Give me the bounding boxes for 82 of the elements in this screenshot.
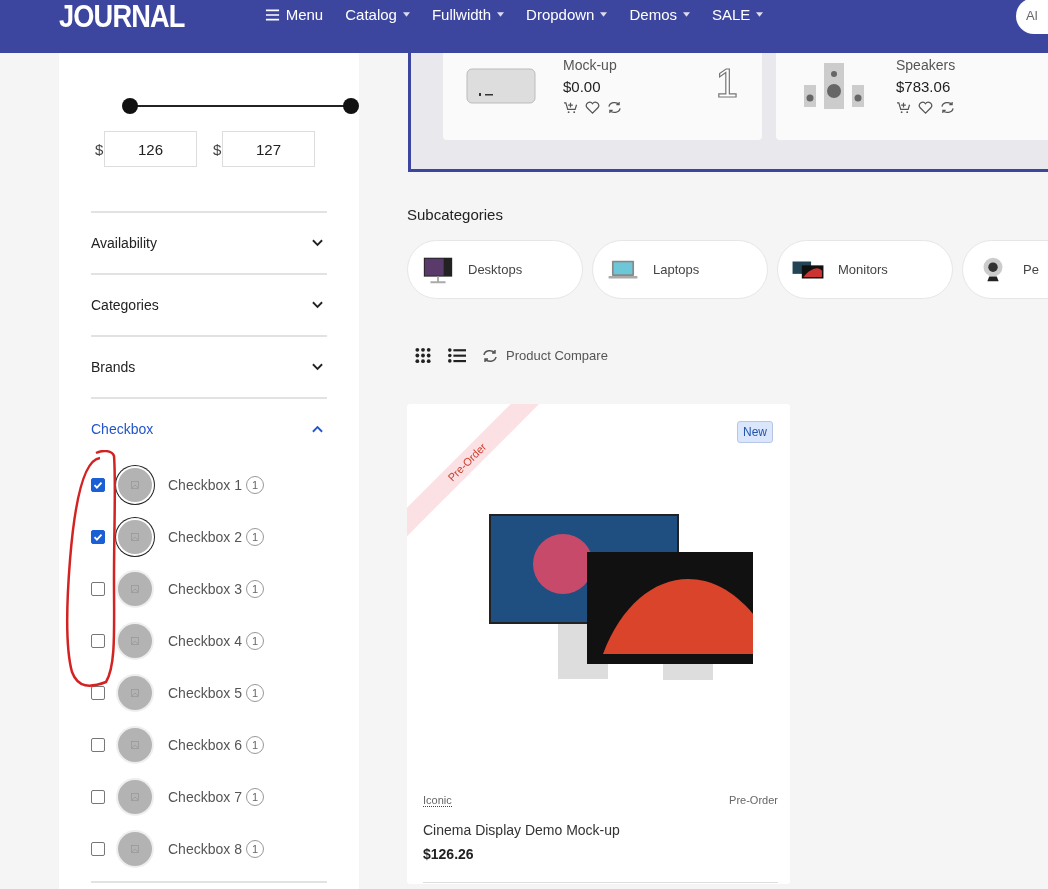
- product-compare-link[interactable]: Product Compare: [482, 348, 608, 363]
- currency-symbol: $: [212, 140, 222, 158]
- option-label[interactable]: Checkbox 4: [168, 633, 242, 649]
- caret-icon: [497, 12, 505, 17]
- product-name[interactable]: Mock-up: [563, 57, 622, 73]
- search-field[interactable]: Al: [1016, 0, 1048, 34]
- product-card[interactable]: Speakers $783.06: [776, 53, 1048, 140]
- subcategory-chip[interactable]: Desktops: [407, 240, 583, 299]
- logo[interactable]: JOURNAL: [59, 0, 185, 32]
- chevron-icon: [312, 301, 323, 309]
- option-image-placeholder: [118, 832, 152, 866]
- checkmark-icon: [92, 479, 104, 491]
- nav-link[interactable]: Dropdown: [526, 6, 608, 23]
- nav-link[interactable]: Demos: [629, 6, 690, 23]
- section-title: Subcategories: [407, 206, 504, 223]
- menu-icon: [264, 8, 280, 21]
- product-name[interactable]: Speakers: [896, 57, 956, 73]
- chevron-icon: [312, 363, 323, 371]
- checkbox[interactable]: [91, 582, 105, 596]
- chevron-icon: [312, 239, 323, 247]
- add-to-cart-icon[interactable]: [896, 101, 911, 114]
- nav-link[interactable]: Menu: [264, 6, 324, 23]
- product-name[interactable]: Cinema Display Demo Mock-up: [423, 822, 778, 838]
- filter-section-header[interactable]: Availability: [91, 213, 327, 273]
- slider-handle[interactable]: [122, 98, 138, 114]
- brand-link[interactable]: Iconic: [423, 794, 452, 807]
- caret-icon: [683, 12, 690, 17]
- subcategory-chip[interactable]: Monitors: [777, 240, 953, 299]
- caret-icon: [600, 12, 608, 17]
- wishlist-heart-icon[interactable]: [585, 101, 600, 114]
- option-image-placeholder: [118, 780, 152, 814]
- option-label[interactable]: Checkbox 1: [168, 477, 242, 493]
- option-image-placeholder: [118, 468, 152, 502]
- max-price-field[interactable]: 127: [222, 131, 315, 167]
- add-to-cart-icon[interactable]: [563, 101, 578, 114]
- nav-link[interactable]: SALE: [712, 6, 764, 23]
- option-image-placeholder: [118, 572, 152, 606]
- compare-icon: [482, 348, 498, 363]
- option-label[interactable]: Checkbox 8: [168, 841, 242, 857]
- checkbox[interactable]: [91, 478, 105, 492]
- option-image-placeholder: [118, 728, 152, 762]
- grid-view-icon[interactable]: [414, 347, 432, 364]
- option-image-placeholder: [118, 520, 152, 554]
- product-price: $126.26: [423, 846, 475, 862]
- price-slider[interactable]: [122, 98, 359, 114]
- min-price-field[interactable]: 126: [104, 131, 197, 167]
- product-card[interactable]: Mock-up $0.00 1: [443, 53, 762, 140]
- option-label[interactable]: Checkbox 6: [168, 737, 242, 753]
- compare-icon[interactable]: [940, 101, 955, 114]
- subcategory-chip[interactable]: Pe: [962, 240, 1048, 299]
- filter-section-header[interactable]: Checkbox: [91, 399, 327, 459]
- option-image-placeholder: [118, 624, 152, 658]
- rank-number: 1: [715, 61, 738, 106]
- checkbox[interactable]: [91, 790, 105, 804]
- checkbox[interactable]: [91, 738, 105, 752]
- option-label[interactable]: Checkbox 5: [168, 685, 242, 701]
- checkbox[interactable]: [91, 530, 105, 544]
- nav-link[interactable]: Fullwidth: [431, 6, 505, 23]
- product-price: $783.06: [896, 78, 952, 95]
- option-label[interactable]: Checkbox 7: [168, 789, 242, 805]
- wishlist-heart-icon[interactable]: [918, 101, 933, 114]
- new-badge: New: [737, 421, 773, 443]
- option-label[interactable]: Checkbox 3: [168, 581, 242, 597]
- subcategory-chip[interactable]: Laptops: [592, 240, 768, 299]
- chevron-icon: [312, 425, 323, 433]
- nav-link[interactable]: Catalog: [345, 6, 410, 23]
- stock-status: Pre-Order: [729, 794, 778, 807]
- filter-section-header[interactable]: Brands: [91, 337, 327, 397]
- slider-handle[interactable]: [343, 98, 359, 114]
- caret-icon: [756, 12, 764, 17]
- checkbox[interactable]: [91, 634, 105, 648]
- checkmark-icon: [92, 531, 104, 543]
- checkbox[interactable]: [91, 686, 105, 700]
- option-label[interactable]: Checkbox 2: [168, 529, 242, 545]
- checkbox[interactable]: [91, 842, 105, 856]
- compare-icon[interactable]: [607, 101, 622, 114]
- currency-symbol: $: [94, 140, 104, 158]
- caret-icon: [402, 12, 410, 17]
- product-price: $0.00: [563, 78, 602, 95]
- list-view-icon[interactable]: [448, 347, 466, 364]
- filter-section-header[interactable]: Categories: [91, 275, 327, 335]
- option-image-placeholder: [118, 676, 152, 710]
